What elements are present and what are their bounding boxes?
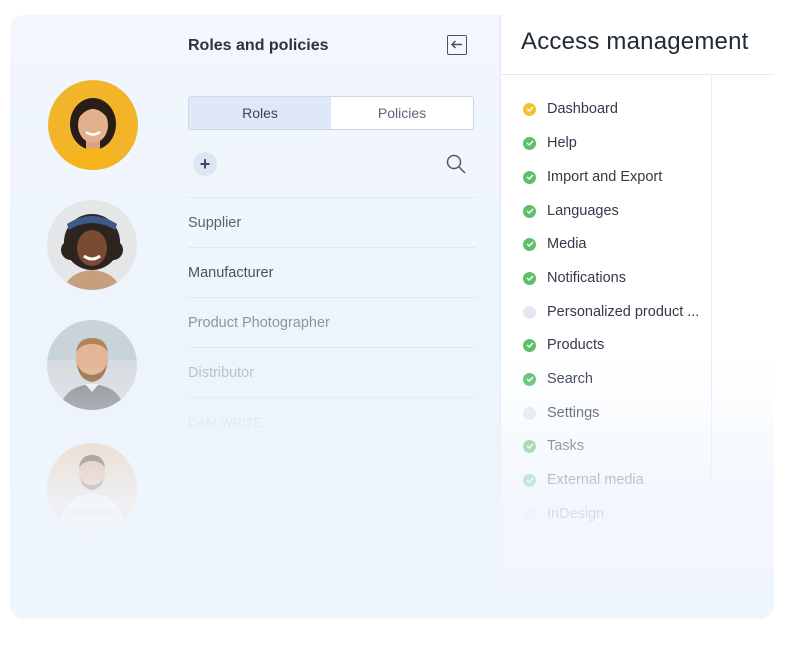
permission-item[interactable]: Settings — [523, 402, 599, 424]
role-label: Distributor — [188, 364, 255, 381]
avatar — [48, 80, 138, 170]
check-icon — [523, 372, 536, 386]
permission-label: Search — [547, 371, 593, 387]
list-item[interactable]: DAM WRITE — [188, 397, 476, 447]
list-item[interactable]: Distributor — [188, 347, 476, 397]
list-item[interactable]: Product Photographer — [188, 297, 476, 347]
divider — [711, 75, 712, 505]
permission-item[interactable]: InDesign — [523, 503, 604, 525]
permission-item[interactable]: Notifications — [523, 267, 626, 289]
check-icon — [523, 439, 536, 453]
empty-check-icon — [523, 305, 536, 319]
role-label: Manufacturer — [188, 264, 274, 281]
app-card: Roles and policies Roles Policies + Supp… — [10, 15, 774, 619]
roles-panel: Roles and policies Roles Policies + Supp… — [177, 15, 499, 619]
collapse-button[interactable] — [447, 35, 467, 55]
permission-item[interactable]: Personalized product ... — [523, 301, 699, 323]
permission-label: Tasks — [547, 438, 585, 454]
add-role-button[interactable]: + — [193, 152, 217, 176]
permission-label: InDesign — [547, 506, 605, 522]
permission-item[interactable]: Products — [523, 334, 604, 356]
permission-label: Media — [547, 236, 587, 252]
empty-check-icon — [523, 507, 536, 521]
arrow-left-icon — [450, 40, 462, 49]
search-button[interactable] — [445, 153, 467, 175]
permission-item[interactable]: Help — [523, 132, 577, 154]
role-label: Product Photographer — [188, 314, 330, 331]
check-icon — [523, 136, 536, 150]
permission-label: Settings — [547, 405, 600, 421]
permission-label: Import and Export — [547, 169, 663, 185]
permission-label: Notifications — [547, 270, 626, 286]
permission-label: Help — [547, 135, 577, 151]
tab-roles[interactable]: Roles — [189, 97, 331, 129]
permission-label: Dashboard — [547, 101, 618, 117]
check-icon — [523, 204, 536, 218]
avatar — [47, 443, 137, 533]
role-label: DAM WRITE — [188, 415, 263, 430]
list-item[interactable]: Manufacturer — [188, 247, 476, 297]
check-icon — [523, 170, 536, 184]
divider — [501, 74, 774, 75]
permission-item[interactable]: Search — [523, 368, 593, 390]
permission-label: Languages — [547, 203, 619, 219]
permission-item[interactable]: Languages — [523, 200, 619, 222]
permission-label: External media — [547, 472, 644, 488]
check-icon — [523, 473, 536, 487]
list-item[interactable]: Supplier — [188, 197, 476, 247]
tab-policies[interactable]: Policies — [331, 97, 473, 129]
check-icon — [523, 338, 536, 352]
permission-item[interactable]: Media — [523, 233, 587, 255]
check-icon — [523, 237, 536, 251]
permission-label: Personalized product ... — [547, 304, 700, 320]
plus-icon: + — [199, 154, 211, 174]
search-icon — [446, 154, 466, 174]
partial-check-icon — [523, 102, 536, 116]
page-title: Access management — [521, 28, 749, 55]
permission-item[interactable]: Import and Export — [523, 166, 662, 188]
check-icon — [523, 271, 536, 285]
permission-label: Products — [547, 337, 605, 353]
role-label: Supplier — [188, 214, 242, 231]
panel-title: Roles and policies — [188, 37, 329, 54]
avatar — [47, 200, 137, 290]
empty-check-icon — [523, 406, 536, 420]
avatar — [47, 320, 137, 410]
permission-item[interactable]: External media — [523, 469, 644, 491]
permission-item[interactable]: Dashboard — [523, 98, 618, 120]
access-panel: Access management Dashboard Help Import … — [500, 15, 774, 619]
roles-policies-toggle: Roles Policies — [188, 96, 474, 130]
permission-item[interactable]: Tasks — [523, 435, 584, 457]
